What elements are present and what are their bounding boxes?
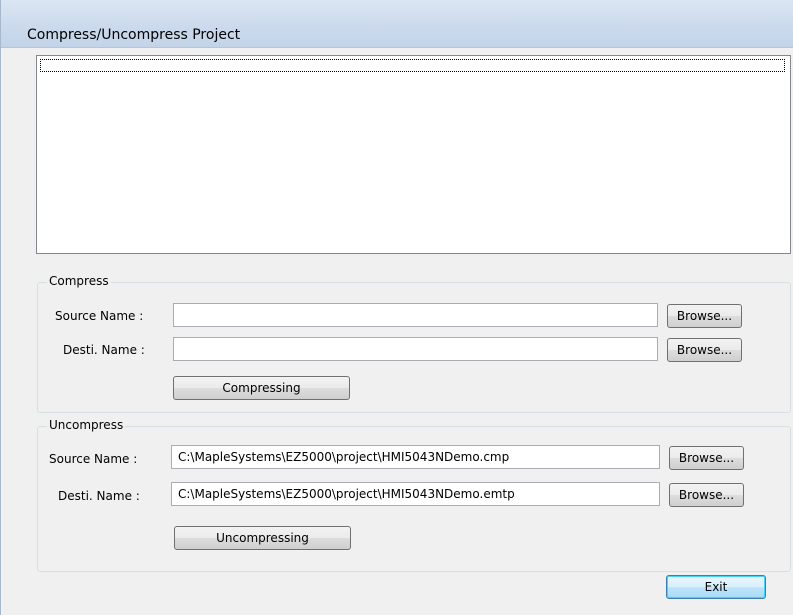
title-bar[interactable]: Compress/Uncompress Project (1, 0, 793, 48)
uncompress-dest-input[interactable]: C:\MapleSystems\EZ5000\project\HMI5043ND… (171, 482, 660, 506)
dialog-client-area: Compress Source Name : Browse... Desti. … (10, 48, 792, 607)
exit-button[interactable]: Exit (666, 575, 766, 599)
compress-dest-label: Desti. Name : (63, 343, 145, 357)
uncompress-dest-browse-button[interactable]: Browse... (669, 483, 744, 507)
uncompress-group: Uncompress Source Name : C:\MapleSystems… (37, 418, 791, 572)
window-title: Compress/Uncompress Project (27, 27, 241, 43)
listbox-focus-item[interactable] (40, 59, 785, 72)
compress-dest-browse-button[interactable]: Browse... (667, 338, 742, 362)
compress-source-label: Source Name : (55, 309, 144, 323)
uncompress-source-label: Source Name : (49, 452, 138, 466)
uncompress-source-input[interactable]: C:\MapleSystems\EZ5000\project\HMI5043ND… (171, 445, 660, 469)
compressing-button[interactable]: Compressing (173, 376, 350, 400)
log-listbox[interactable] (36, 55, 791, 254)
compress-source-browse-button[interactable]: Browse... (667, 304, 742, 328)
uncompress-source-browse-button[interactable]: Browse... (669, 446, 744, 470)
compress-group: Compress Source Name : Browse... Desti. … (37, 274, 791, 413)
compress-dest-input[interactable] (173, 337, 658, 361)
uncompressing-button[interactable]: Uncompressing (174, 526, 351, 550)
compress-uncompress-dialog: Compress/Uncompress Project Compress Sou… (0, 0, 793, 615)
compress-group-label: Compress (47, 274, 111, 288)
uncompress-group-label: Uncompress (47, 418, 126, 432)
compress-source-input[interactable] (173, 303, 658, 327)
uncompress-dest-label: Desti. Name : (58, 489, 140, 503)
